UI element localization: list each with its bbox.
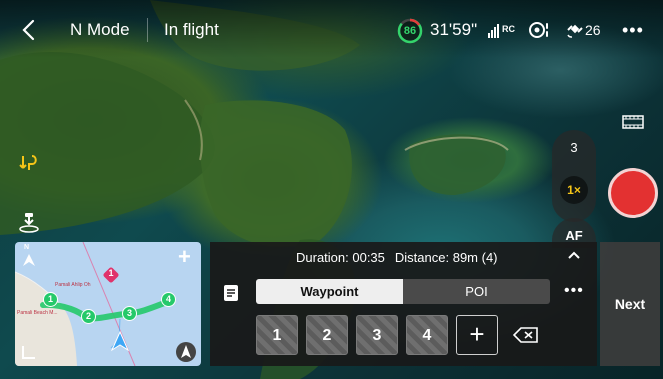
record-button[interactable] — [608, 168, 658, 218]
route-info: Duration: 00:35 Distance: 89m (4) — [296, 250, 498, 265]
zoom-option-1x[interactable]: 1× — [560, 176, 588, 204]
waypoint-panel: Duration: 00:35 Distance: 89m (4) Waypoin… — [210, 242, 597, 366]
obstacle-avoidance-icon[interactable] — [528, 19, 552, 41]
expand-map-icon[interactable] — [19, 342, 39, 362]
gps-satellite-icon[interactable] — [566, 20, 584, 38]
waypoint-button-3[interactable]: 3 — [356, 315, 398, 355]
panel-more-button[interactable]: ••• — [564, 282, 584, 300]
waypoint-button-4[interactable]: 4 — [406, 315, 448, 355]
map-waypoint[interactable]: 2 — [81, 309, 96, 324]
battery-ring-icon[interactable]: 86 — [397, 18, 423, 44]
signal-bars-icon — [488, 20, 500, 38]
land-icon[interactable] — [17, 210, 41, 234]
next-button[interactable]: Next — [600, 242, 660, 366]
mode-tabs: Waypoint POI — [256, 279, 550, 304]
video-mode-icon[interactable] — [622, 114, 644, 130]
map-waypoint[interactable]: 3 — [122, 306, 137, 321]
zoom-option-3[interactable]: 3 — [552, 140, 596, 155]
back-icon[interactable] — [18, 18, 40, 42]
map-waypoint[interactable]: 1 — [43, 292, 58, 307]
top-status-bar: N Mode In flight 86 31'59" RC 26 ••• — [0, 0, 663, 58]
route-distance: Distance: 89m (4) — [394, 250, 498, 265]
list-icon[interactable] — [223, 284, 239, 302]
locate-icon[interactable] — [175, 341, 197, 363]
place-label: Pamali Beach M... — [17, 310, 58, 316]
flight-status-label: In flight — [164, 20, 219, 39]
more-menu-button[interactable]: ••• — [622, 20, 644, 41]
north-label: N — [24, 244, 30, 251]
divider — [147, 18, 148, 42]
flight-mode-label[interactable]: N Mode — [70, 20, 130, 40]
rc-label: RC — [502, 24, 515, 34]
waypoint-button-1[interactable]: 1 — [256, 315, 298, 355]
chevron-up-icon[interactable] — [567, 250, 581, 260]
waypoint-button-2[interactable]: 2 — [306, 315, 348, 355]
map-waypoint[interactable]: 4 — [161, 292, 176, 307]
tab-poi[interactable]: POI — [403, 279, 550, 304]
zoom-selector: 3 1× — [552, 130, 596, 222]
minimap[interactable]: + N 1 Pamali Ahlip Oh Pamali Beach M... … — [15, 242, 201, 366]
battery-percent: 86 — [403, 25, 417, 37]
poi-marker-label: 1 — [108, 268, 114, 278]
place-label: Pamali Ahlip Oh — [55, 282, 91, 288]
rc-signal-indicator[interactable]: RC — [488, 22, 520, 38]
return-to-home-icon[interactable] — [18, 152, 40, 174]
flight-time: 31'59" — [430, 20, 478, 39]
route-duration: Duration: 00:35 — [296, 250, 385, 265]
tab-waypoint[interactable]: Waypoint — [256, 279, 403, 304]
add-waypoint-button[interactable]: + — [456, 315, 498, 355]
gps-count: 26 — [585, 22, 601, 38]
map-add-icon[interactable]: + — [178, 244, 191, 270]
aircraft-icon — [110, 330, 130, 352]
delete-waypoint-icon[interactable] — [513, 326, 539, 344]
